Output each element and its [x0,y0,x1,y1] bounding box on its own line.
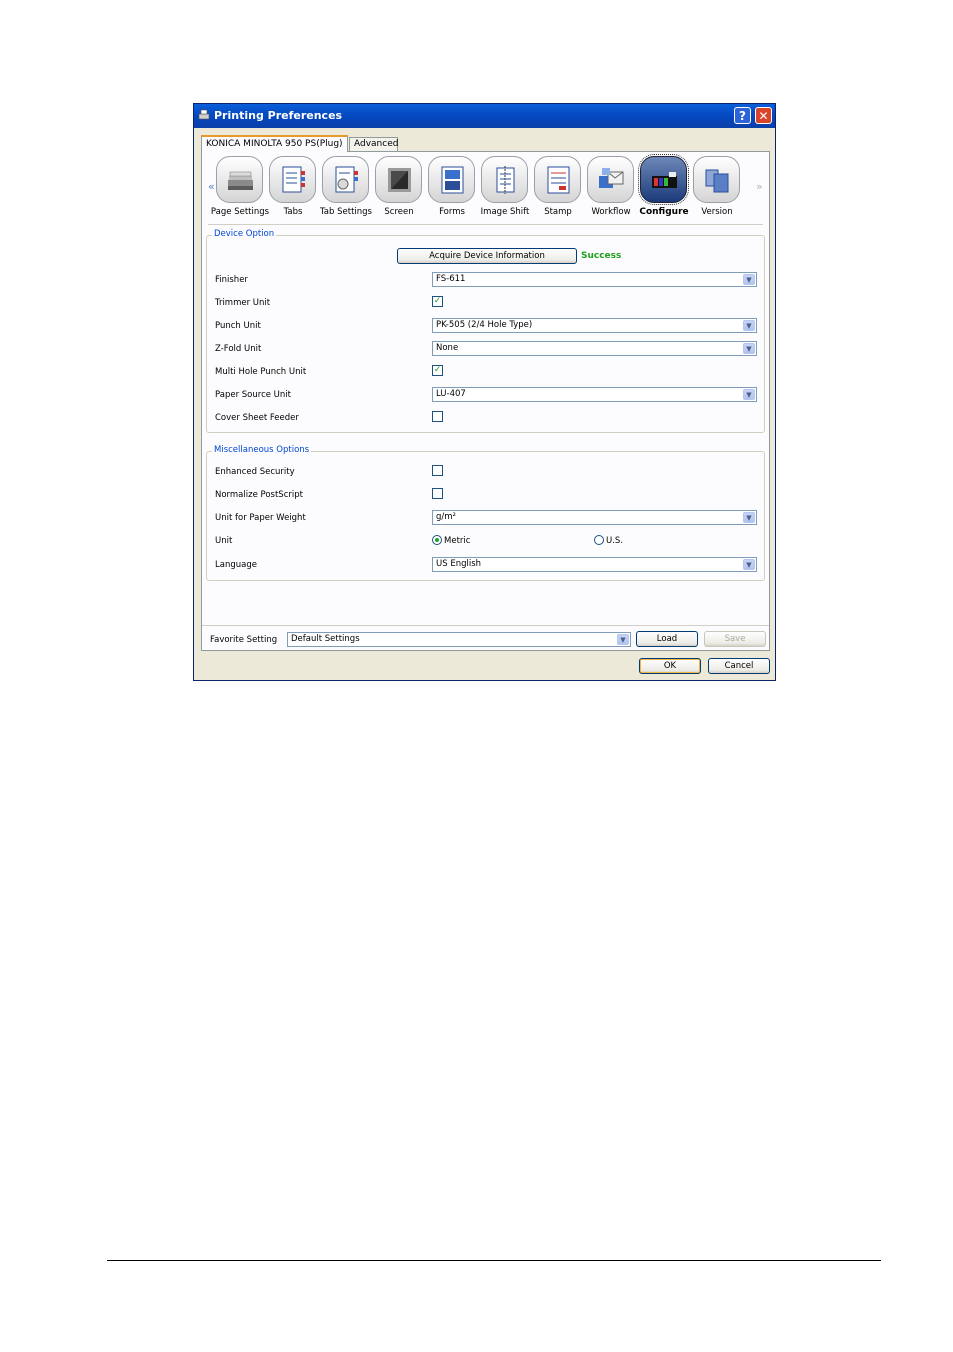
paper-source-value: LU-407 [436,389,466,399]
favorite-value: Default Settings [291,634,360,644]
stamp-icon [534,156,581,203]
group-title: Device Option [212,229,277,239]
chevron-down-icon[interactable]: ▼ [617,634,629,645]
finisher-value: FS-611 [436,274,466,284]
icon-tabs[interactable]: Tabs [268,156,318,222]
version-icon [693,156,740,203]
scroll-left-icon[interactable]: « [208,180,215,193]
paper-source-select[interactable]: LU-407 ▼ [432,387,757,402]
language-value: US English [436,559,482,569]
image-shift-icon [481,156,528,203]
acquire-device-info-button[interactable]: Acquire Device Information [397,248,577,264]
paper-weight-label: Unit for Paper Weight [215,513,306,523]
paper-weight-select[interactable]: g/m² ▼ [432,510,757,525]
divider [208,224,763,225]
trimmer-label: Trimmer Unit [215,298,271,308]
zfold-label: Z-Fold Unit [215,344,262,354]
tabs-icon [269,156,316,203]
icon-configure[interactable]: Configure [638,154,689,222]
screen-icon [375,156,422,203]
icon-tab-settings[interactable]: Tab Settings [320,156,372,222]
chevron-down-icon[interactable]: ▼ [743,389,755,400]
close-button[interactable]: ✕ [755,107,772,124]
language-label: Language [215,560,257,570]
icon-forms[interactable]: Forms [427,156,477,222]
group-title: Miscellaneous Options [212,445,312,455]
chevron-down-icon[interactable]: ▼ [743,274,755,285]
paper-source-label: Paper Source Unit [215,390,291,400]
cover-sheet-checkbox[interactable] [432,411,443,422]
icon-image-shift[interactable]: Image Shift [480,156,530,222]
tab-panel: « » Page Settings Tabs Tab Settings Scre… [201,151,770,651]
load-button[interactable]: Load [636,631,698,647]
chevron-down-icon[interactable]: ▼ [743,559,755,570]
page-settings-icon [216,156,263,203]
printing-preferences-window: Printing Preferences ? ✕ KONICA MINOLTA … [193,103,776,681]
icon-stamp[interactable]: Stamp [533,156,583,222]
unit-label: Unit [215,536,233,546]
favorite-label: Favorite Setting [210,635,278,645]
unit-us-radio[interactable] [594,535,604,545]
tab-settings-icon [322,156,369,203]
workflow-icon [587,156,634,203]
configure-icon [638,154,689,205]
multi-hole-label: Multi Hole Punch Unit [215,367,307,377]
language-select[interactable]: US English ▼ [432,557,757,572]
device-option-group: Device Option Acquire Device Information… [206,229,765,433]
unit-metric-label[interactable]: Metric [444,536,470,546]
punch-label: Punch Unit [215,321,261,331]
multi-hole-checkbox[interactable]: ✓ [432,365,443,376]
normalize-postscript-label: Normalize PostScript [215,490,303,500]
title-bar[interactable]: Printing Preferences ? ✕ [194,104,775,128]
favorite-select[interactable]: Default Settings ▼ [287,632,631,647]
save-button[interactable]: Save [704,631,766,647]
icon-label: Version [701,207,733,217]
tab-konica[interactable]: KONICA MINOLTA 950 PS(Plug) [201,135,348,152]
icon-bar: « » Page Settings Tabs Tab Settings Scre… [202,152,769,224]
tab-advanced[interactable]: Advanced [349,137,398,151]
enhanced-security-label: Enhanced Security [215,467,295,477]
enhanced-security-checkbox[interactable] [432,465,443,476]
chevron-down-icon[interactable]: ▼ [743,512,755,523]
finisher-select[interactable]: FS-611 ▼ [432,272,757,287]
zfold-select[interactable]: None ▼ [432,341,757,356]
printer-icon [198,109,210,120]
zfold-value: None [436,343,459,353]
unit-metric-radio[interactable] [432,535,442,545]
ok-button[interactable]: OK [639,658,701,674]
divider [202,625,769,626]
icon-version[interactable]: Version [692,156,742,222]
cancel-button[interactable]: Cancel [708,658,770,674]
finisher-label: Finisher [215,275,248,285]
trimmer-checkbox[interactable]: ✓ [432,296,443,307]
punch-value: PK-505 (2/4 Hole Type) [436,320,533,330]
unit-us-label[interactable]: U.S. [606,536,623,546]
chevron-down-icon[interactable]: ▼ [743,343,755,354]
punch-select[interactable]: PK-505 (2/4 Hole Type) ▼ [432,318,757,333]
icon-screen[interactable]: Screen [374,156,424,222]
normalize-postscript-checkbox[interactable] [432,488,443,499]
cover-sheet-label: Cover Sheet Feeder [215,413,299,423]
chevron-down-icon[interactable]: ▼ [743,320,755,331]
help-button[interactable]: ? [734,107,751,124]
scroll-right-icon[interactable]: » [756,180,763,193]
forms-icon [428,156,475,203]
misc-options-group: Miscellaneous Options Enhanced Security … [206,445,765,581]
paper-weight-value: g/m² [436,512,456,522]
window-title: Printing Preferences [214,109,343,122]
icon-workflow[interactable]: Workflow [586,156,636,222]
status-text: Success [581,251,622,261]
icon-page-settings[interactable]: Page Settings [211,156,269,222]
page-rule [107,1260,881,1261]
